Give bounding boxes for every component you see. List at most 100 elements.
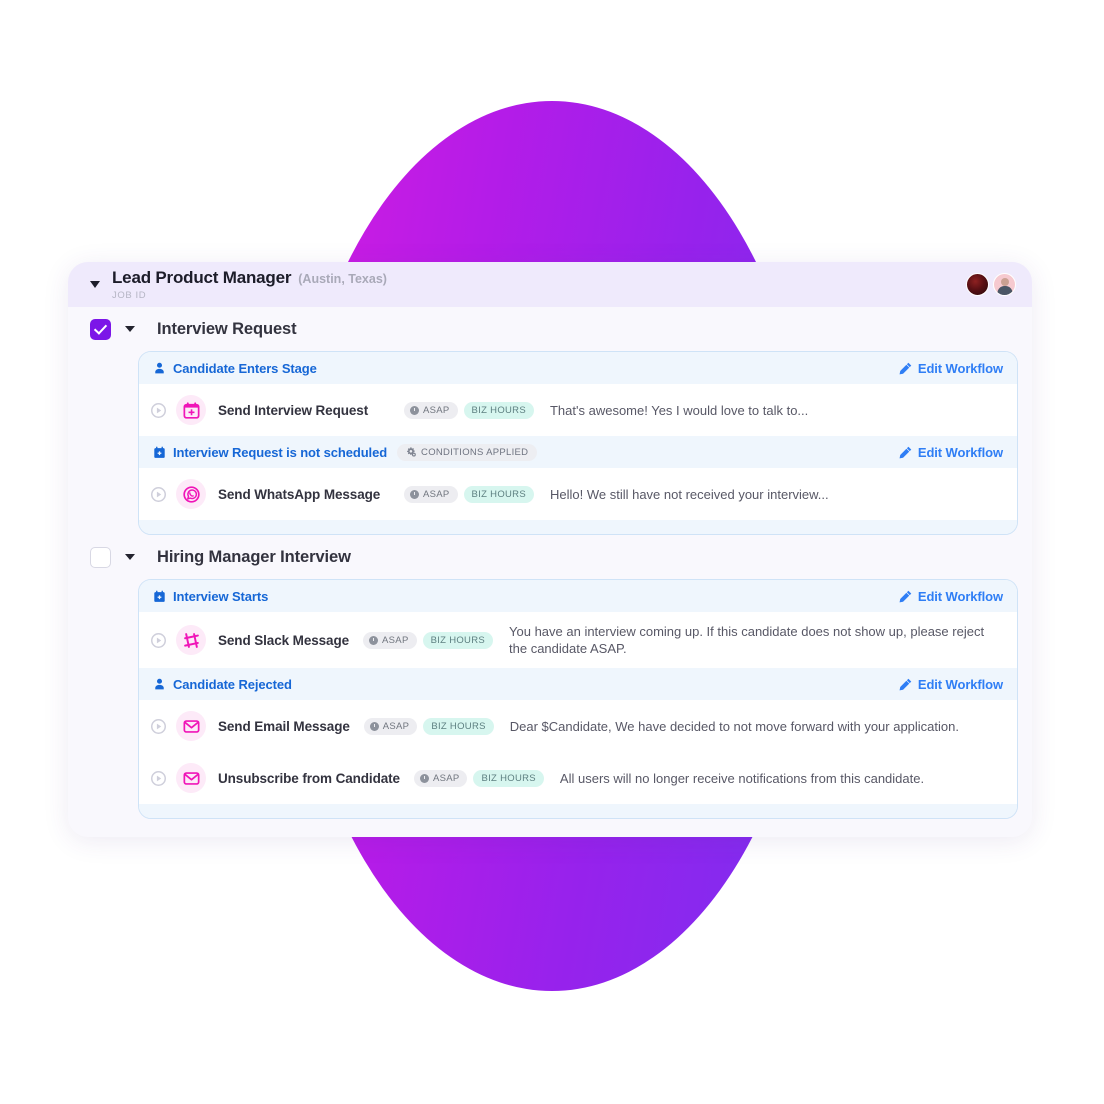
workflow-action-row[interactable]: Send Slack Message ASAP BIZ HOURS You have …: [139, 612, 1017, 668]
workflow-trigger-label: Candidate Enters Stage: [173, 360, 317, 376]
conditions-applied-label: CONDITIONS APPLIED: [421, 446, 529, 458]
edit-workflow-label: Edit Workflow: [917, 360, 1003, 376]
job-title: Lead Product Manager: [112, 268, 292, 287]
action-message-preview: That's awesome! Yes I would love to talk…: [549, 402, 809, 418]
clock-icon: [419, 773, 429, 783]
action-name: Send Interview Request: [218, 402, 369, 418]
whatsapp-icon: [182, 485, 200, 503]
biz-hours-badge: BIZ HOURS: [463, 485, 534, 503]
job-location: (Austin, Texas): [298, 272, 387, 286]
stage-checkbox-hiring-manager-interview[interactable]: [90, 546, 111, 568]
job-collapse-caret-icon[interactable]: [90, 281, 100, 288]
clock-icon: [369, 635, 379, 645]
action-message-preview: All users will no longer receive notific…: [559, 770, 925, 786]
conditions-applied-badge: CONDITIONS APPLIED: [397, 443, 538, 461]
workflow-trigger-row: Candidate Rejected Edit Workflow: [139, 668, 1017, 700]
asap-badge: ASAP: [363, 717, 418, 735]
workflow-panel-card: Lead Product Manager (Austin, Texas) JOB…: [68, 262, 1032, 837]
asap-badge-label: ASAP: [432, 772, 460, 784]
asap-badge-label: ASAP: [423, 488, 450, 500]
avatar-user-2[interactable]: [993, 273, 1016, 296]
edit-workflow-label: Edit Workflow: [917, 676, 1003, 692]
workflow-card-footer: [139, 804, 1017, 818]
play-icon: [151, 770, 166, 786]
clock-icon: [410, 405, 419, 415]
asap-badge: ASAP: [404, 485, 458, 503]
pencil-icon: [899, 362, 912, 375]
asap-badge: ASAP: [404, 401, 458, 419]
stage-collapse-caret-icon[interactable]: [125, 326, 135, 332]
workflow-action-row[interactable]: Send Interview Request ASAP BIZ HOURS That'…: [139, 384, 1017, 436]
pencil-icon: [899, 590, 912, 603]
action-name: Unsubscribe from Candidate: [218, 770, 400, 786]
asap-badge-label: ASAP: [382, 634, 409, 646]
workflow-action-row[interactable]: Send Email Message ASAP BIZ HOURS Dear $Can…: [139, 700, 1017, 752]
biz-hours-badge: BIZ HOURS: [473, 769, 544, 787]
edit-workflow-link[interactable]: Edit Workflow: [899, 677, 1003, 692]
stage-block: Interview Request Candidate Enters Stage E…: [68, 307, 1032, 535]
action-badges: ASAP BIZ HOURS: [404, 401, 534, 419]
workflow-action-row[interactable]: Send WhatsApp Message ASAP BIZ HOURS Hello!…: [139, 468, 1017, 520]
envelope-icon: [183, 770, 200, 787]
action-message-preview: Hello! We still have not received your i…: [549, 486, 829, 502]
biz-hours-badge: BIZ HOURS: [422, 631, 494, 649]
calendar-plus-icon: [183, 401, 200, 419]
play-icon: [151, 632, 166, 648]
edit-workflow-link[interactable]: Edit Workflow: [899, 589, 1003, 604]
action-icon-badge: [176, 479, 206, 509]
play-icon: [151, 718, 166, 734]
stage-checkbox-interview-request[interactable]: [90, 318, 111, 340]
stage-title: Interview Request: [157, 319, 297, 338]
asap-badge: ASAP: [363, 631, 417, 649]
workflow-trigger-label: Candidate Rejected: [173, 676, 292, 692]
workflow-card: Interview Starts Edit Workflow Send Slack …: [138, 579, 1018, 819]
clock-icon: [410, 489, 419, 499]
workflow-trigger-label: Interview Starts: [173, 588, 269, 604]
action-badges: ASAP BIZ HOURS: [404, 485, 534, 503]
play-icon: [151, 402, 166, 418]
stage-collapse-caret-icon[interactable]: [125, 554, 135, 560]
slack-icon: [183, 632, 200, 649]
stage-title: Hiring Manager Interview: [157, 547, 351, 566]
calendar-icon: [153, 446, 166, 459]
asap-badge: ASAP: [413, 769, 468, 787]
action-message-preview: You have an interview coming up. If this…: [509, 624, 985, 656]
job-id-label: JOB ID: [112, 290, 147, 301]
action-badges: ASAP BIZ HOURS: [363, 717, 494, 735]
action-badges: ASAP BIZ HOURS: [363, 631, 494, 649]
asap-badge-label: ASAP: [382, 720, 410, 732]
biz-hours-badge: BIZ HOURS: [463, 401, 534, 419]
action-icon-badge: [176, 625, 206, 655]
action-name: Send WhatsApp Message: [218, 486, 381, 502]
action-badges: ASAP BIZ HOURS: [413, 769, 544, 787]
gears-icon: [406, 447, 416, 457]
action-name: Send Slack Message: [218, 632, 350, 648]
workflow-trigger-row: Interview Starts Edit Workflow: [139, 580, 1017, 612]
workflow-trigger-label: Interview Request is not scheduled: [173, 444, 388, 460]
action-icon-badge: [176, 763, 206, 793]
avatar-user-1[interactable]: [966, 273, 989, 296]
play-icon: [151, 486, 166, 502]
person-icon: [153, 362, 166, 375]
pencil-icon: [899, 678, 912, 691]
clock-icon: [369, 721, 379, 731]
asap-badge-label: ASAP: [423, 404, 450, 416]
action-name: Send Email Message: [218, 718, 350, 734]
edit-workflow-label: Edit Workflow: [917, 444, 1003, 460]
pencil-icon: [899, 446, 912, 459]
action-icon-badge: [176, 395, 206, 425]
edit-workflow-link[interactable]: Edit Workflow: [899, 361, 1003, 376]
edit-workflow-link[interactable]: Edit Workflow: [899, 445, 1003, 460]
workflow-trigger-row: Interview Request is not scheduled CONDIT…: [139, 436, 1017, 468]
job-header: Lead Product Manager (Austin, Texas) JOB…: [68, 262, 1032, 307]
workflow-trigger-row: Candidate Enters Stage Edit Workflow: [139, 352, 1017, 384]
biz-hours-badge: BIZ HOURS: [423, 717, 494, 735]
envelope-icon: [183, 718, 200, 735]
workflow-card-footer: [139, 520, 1017, 534]
job-title-row: Lead Product Manager (Austin, Texas): [112, 268, 387, 288]
workflow-action-row[interactable]: Unsubscribe from Candidate ASAP BIZ HOURS A…: [139, 752, 1017, 804]
stage-header: Interview Request: [82, 307, 1018, 351]
stage-header: Hiring Manager Interview: [82, 535, 1018, 579]
job-info: Lead Product Manager (Austin, Texas) JOB…: [112, 268, 387, 301]
screenshot-root: Lead Product Manager (Austin, Texas) JOB…: [0, 0, 1104, 1104]
